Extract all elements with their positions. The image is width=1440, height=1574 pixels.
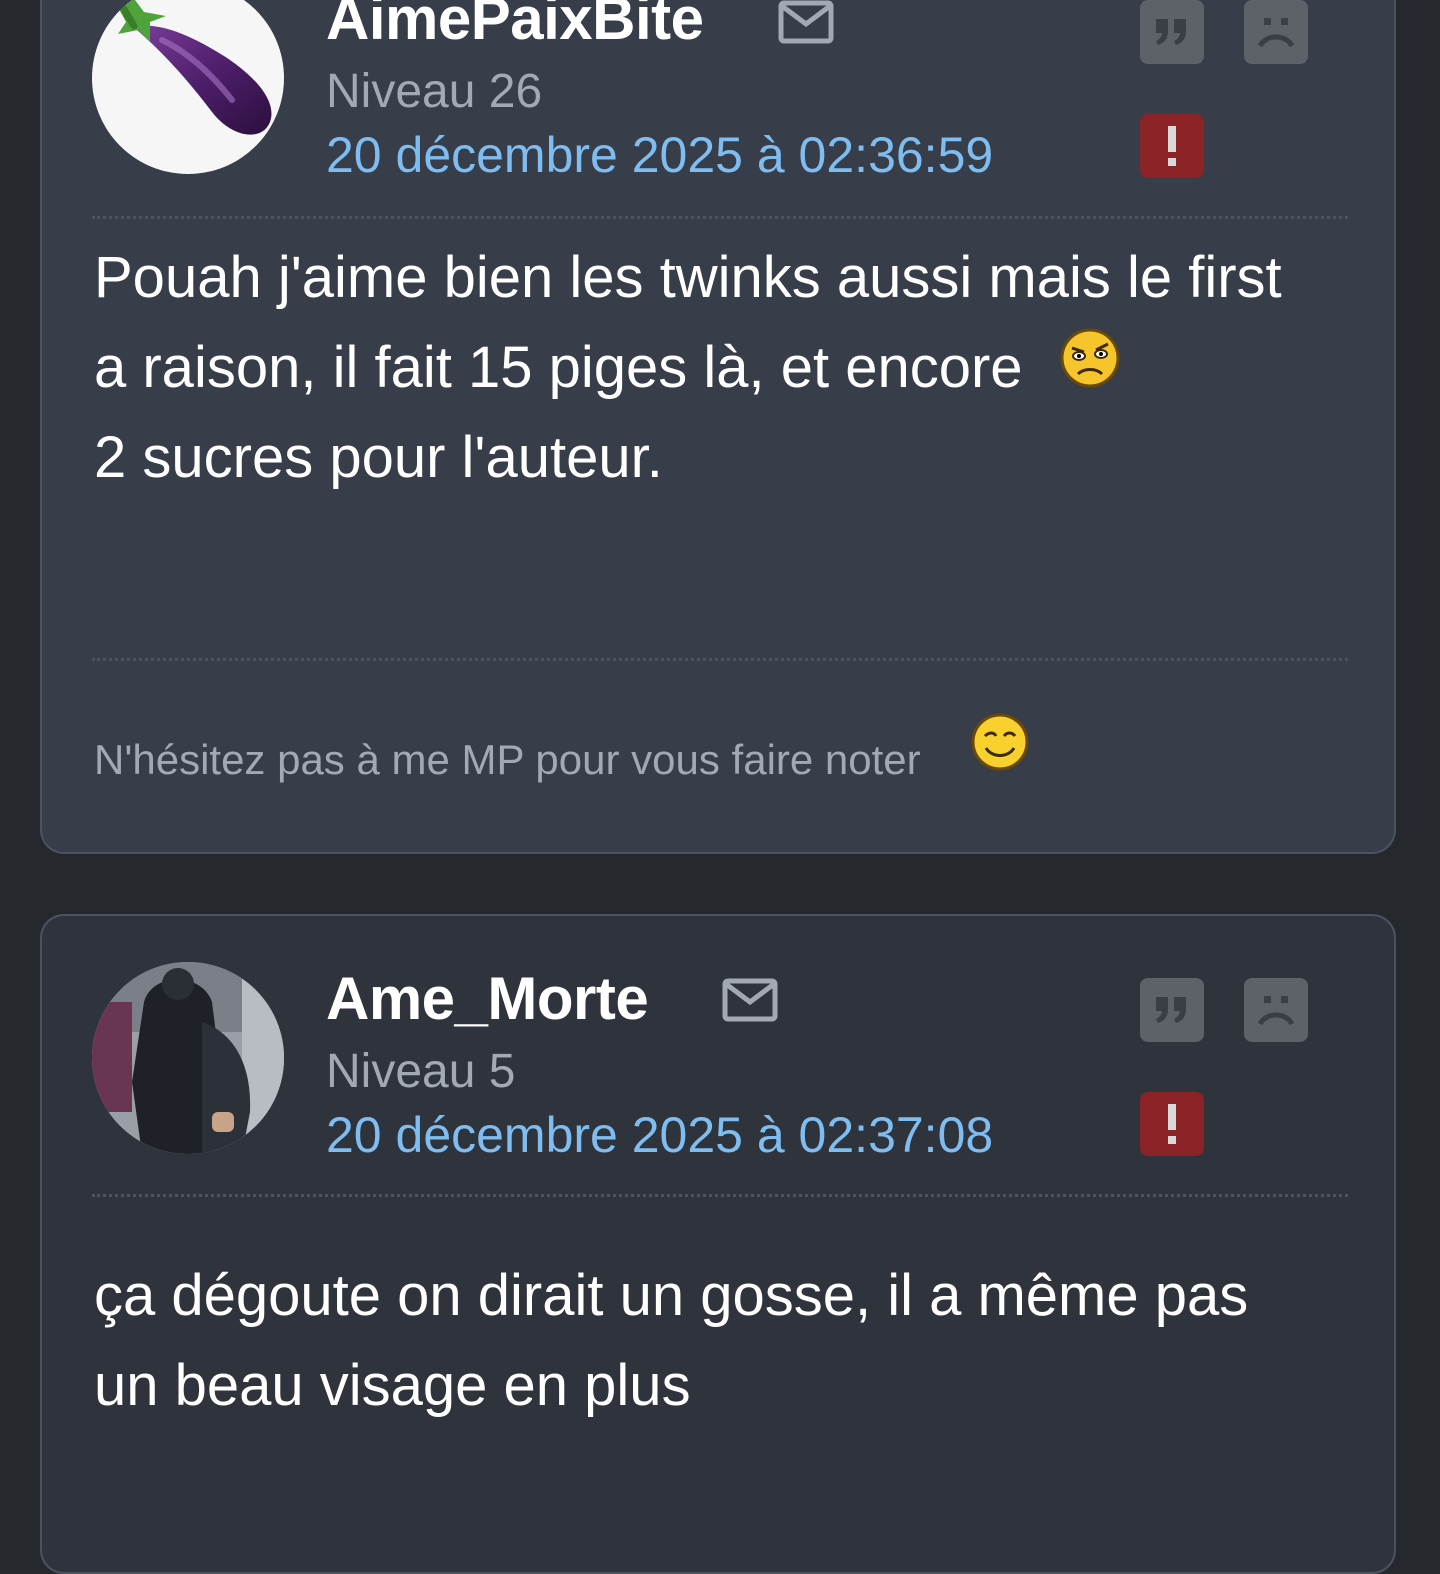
eggplant-icon <box>114 0 272 135</box>
user-level: Niveau 26 <box>326 65 543 118</box>
divider <box>92 216 1348 219</box>
hap-sad-smiley-icon <box>1060 328 1120 388</box>
quote-button[interactable] <box>1140 0 1204 64</box>
envelope-icon[interactable] <box>778 0 834 44</box>
message-line: ça dégoute on dirait un gosse, il a même… <box>94 1263 1249 1328</box>
post-date-link[interactable]: 20 décembre 2025 à 02:36:59 <box>326 126 993 184</box>
quote-icon <box>1156 19 1186 45</box>
username[interactable]: AimePaixBite <box>326 0 704 53</box>
quote-button[interactable] <box>1140 978 1204 1042</box>
user-level: Niveau 5 <box>326 1045 516 1098</box>
post-date-link[interactable]: 20 décembre 2025 à 02:37:08 <box>326 1106 993 1164</box>
user-avatar[interactable] <box>92 0 284 174</box>
report-button[interactable] <box>1140 114 1204 178</box>
sad-reaction-button[interactable] <box>1244 0 1308 64</box>
signature-divider <box>92 658 1348 661</box>
exclamation-icon <box>1168 126 1176 166</box>
message-line: a raison, il fait 15 piges là, et encore <box>94 335 1023 400</box>
username[interactable]: Ame_Morte <box>326 964 649 1033</box>
message-post: AimePaixBite Niveau 26 20 décembre 2025 … <box>40 0 1396 854</box>
sad-face-icon <box>1257 18 1295 48</box>
message-line: un beau visage en plus <box>94 1353 691 1418</box>
message-line: 2 sucres pour l'auteur. <box>94 425 663 490</box>
photo-avatar-icon <box>92 962 284 1154</box>
envelope-icon[interactable] <box>722 978 778 1022</box>
quote-icon <box>1156 997 1186 1023</box>
user-avatar[interactable] <box>92 962 284 1154</box>
message-post: Ame_Morte Niveau 5 20 décembre 2025 à 02… <box>40 914 1396 1574</box>
sad-reaction-button[interactable] <box>1244 978 1308 1042</box>
report-button[interactable] <box>1140 1092 1204 1156</box>
user-signature: N'hésitez pas à me MP pour vous faire no… <box>94 736 921 783</box>
exclamation-icon <box>1168 1104 1176 1144</box>
sad-face-icon <box>1257 996 1295 1026</box>
wink-smiley-icon <box>971 713 1029 771</box>
divider <box>92 1194 1348 1197</box>
message-line: Pouah j'aime bien les twinks aussi mais … <box>94 245 1282 310</box>
